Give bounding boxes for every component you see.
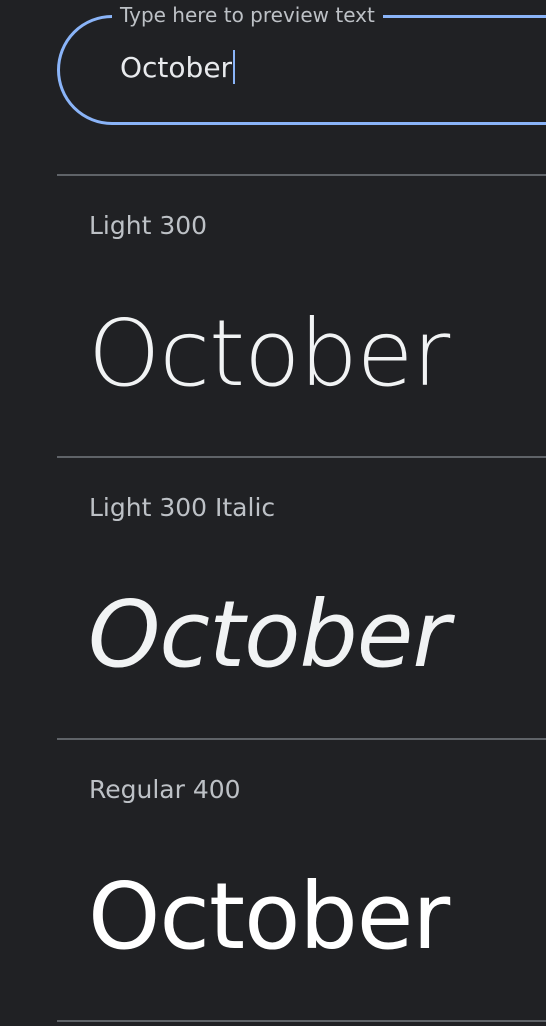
style-sample-regular-400: October: [88, 863, 450, 970]
style-label-light-300: Light 300: [89, 211, 208, 240]
style-divider: [57, 1020, 546, 1022]
text-caret: [233, 50, 236, 84]
preview-text-label: Type here to preview text: [112, 2, 383, 28]
style-label-light-300-italic: Light 300 Italic: [89, 493, 276, 522]
style-divider: [57, 174, 546, 176]
preview-text-value[interactable]: October: [120, 51, 232, 84]
style-sample-light-300-italic: October: [88, 581, 450, 688]
style-sample-light-300: October: [88, 300, 450, 407]
style-divider: [57, 738, 546, 740]
font-preview-page: Type here to preview text October Light …: [0, 0, 546, 1026]
style-divider: [57, 456, 546, 458]
preview-text-input[interactable]: October: [120, 48, 236, 88]
style-label-regular-400: Regular 400: [89, 775, 241, 804]
